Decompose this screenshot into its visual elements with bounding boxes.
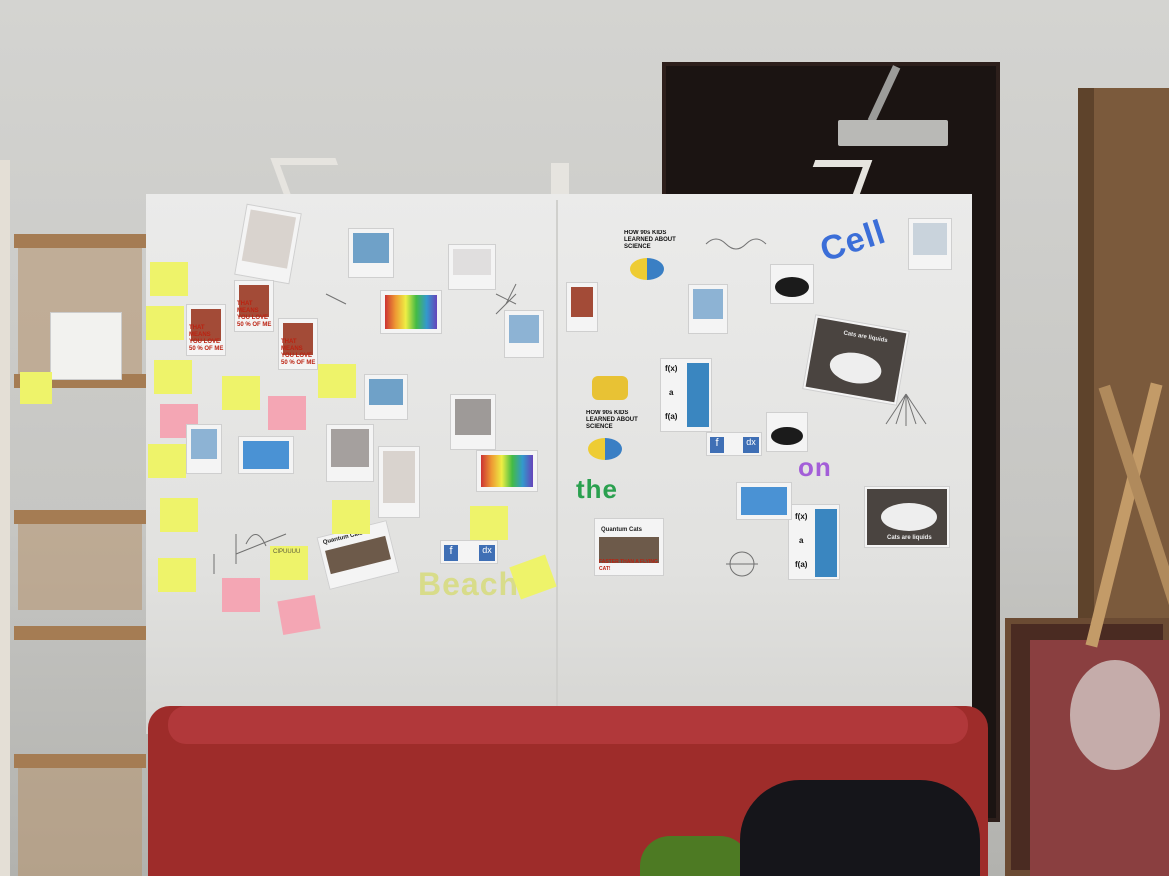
shelf-board [14,626,146,640]
doodle-layer [213,238,927,577]
line-doodle [325,293,347,305]
shelf-board [14,234,146,248]
black-bag [740,780,980,876]
sofa-backrest [168,706,968,744]
star-doodle [495,283,517,305]
green-pillow [640,836,750,876]
fan-doodle [885,393,927,426]
painting-fluff [1070,660,1160,770]
curve-doodle [245,534,267,547]
shelf-board [14,754,146,768]
shelf-back [18,520,142,610]
ceiling-projector [838,120,948,146]
shelf-board [14,510,146,524]
shelf-paper-note [50,312,122,380]
shelf-sticky-note [20,372,52,404]
cabinet-edge [1078,88,1094,628]
shelf-post [0,160,10,876]
shelf-back [18,760,142,876]
wave-doodle [705,238,767,250]
bookshelf [0,160,146,876]
